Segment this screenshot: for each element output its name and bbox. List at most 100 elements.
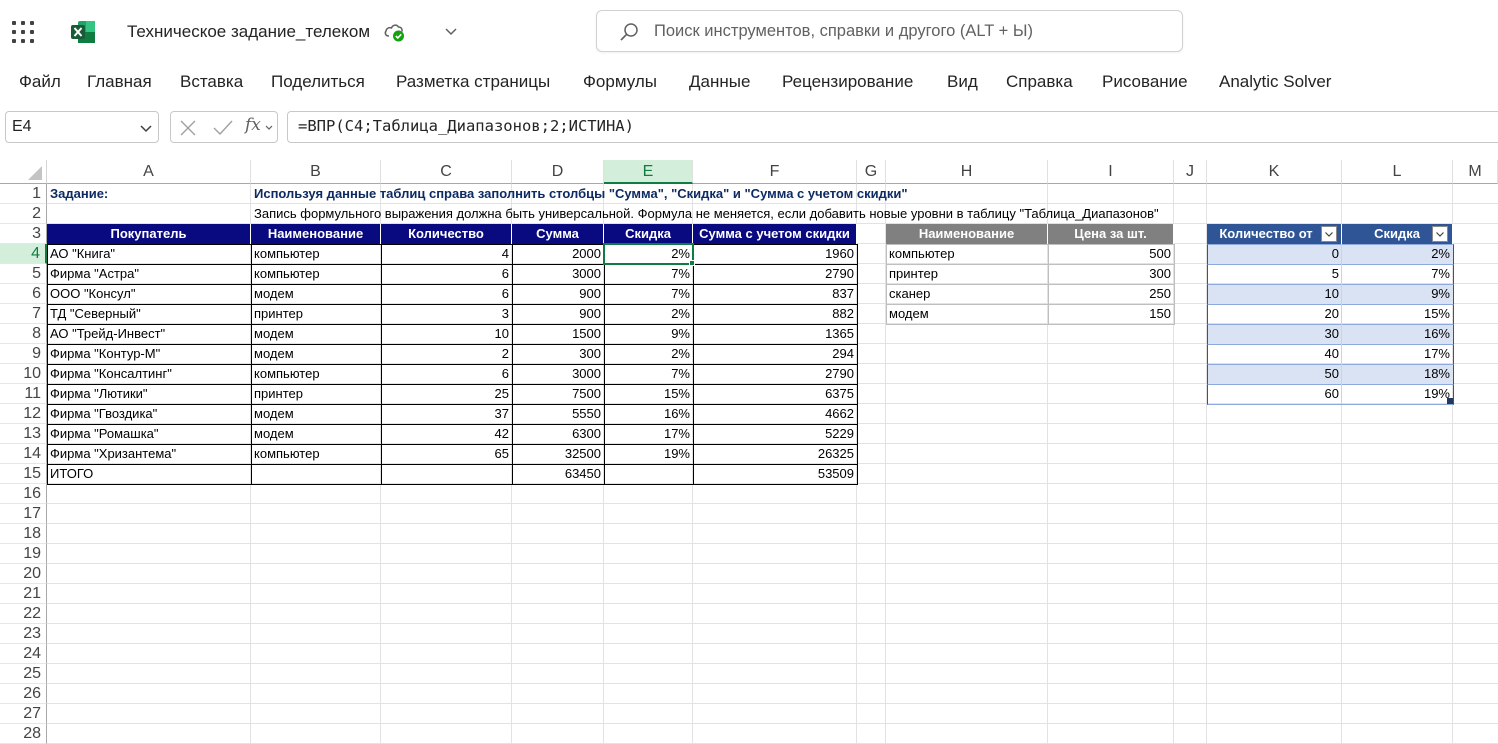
orders-cell[interactable]: 7% (604, 264, 693, 284)
row-header-13[interactable]: 13 (0, 424, 47, 444)
orders-header-cell[interactable]: Сумма с учетом скидки (693, 224, 857, 244)
orders-cell[interactable]: Фирма "Астра" (47, 264, 251, 284)
price-value-cell[interactable]: 300 (1048, 264, 1174, 284)
orders-total-cell[interactable] (604, 464, 693, 484)
ranges-from-cell[interactable]: 0 (1207, 244, 1342, 264)
tab-data[interactable]: Данные (689, 72, 750, 92)
orders-cell[interactable]: АО "Трейд-Инвест" (47, 324, 251, 344)
column-header-h[interactable]: H (886, 160, 1048, 184)
ranges-from-cell[interactable]: 30 (1207, 324, 1342, 344)
formula-input[interactable]: =ВПР(C4;Таблица_Диапазонов;2;ИСТИНА) (287, 111, 1498, 143)
row-header-23[interactable]: 23 (0, 624, 47, 644)
price-header-cell[interactable]: Наименование (886, 224, 1048, 244)
chevron-down-icon[interactable] (443, 23, 459, 39)
ranges-from-cell[interactable]: 60 (1207, 384, 1342, 404)
row-header-11[interactable]: 11 (0, 384, 47, 404)
price-value-cell[interactable]: 500 (1048, 244, 1174, 264)
row-header-19[interactable]: 19 (0, 544, 47, 564)
orders-cell[interactable]: 1960 (693, 244, 857, 264)
orders-cell[interactable]: 5550 (512, 404, 604, 424)
orders-cell[interactable]: 17% (604, 424, 693, 444)
orders-cell[interactable]: компьютер (251, 444, 381, 464)
orders-cell[interactable]: 2790 (693, 364, 857, 384)
orders-header-cell[interactable]: Сумма (512, 224, 604, 244)
row-header-6[interactable]: 6 (0, 284, 47, 304)
orders-cell[interactable]: 6 (381, 364, 512, 384)
orders-cell[interactable]: 32500 (512, 444, 604, 464)
row-header-15[interactable]: 15 (0, 464, 47, 484)
orders-cell[interactable]: Фирма "Контур-М" (47, 344, 251, 364)
row-header-20[interactable]: 20 (0, 564, 47, 584)
row-header-27[interactable]: 27 (0, 704, 47, 724)
ranges-header-cell[interactable]: Скидка (1342, 224, 1453, 244)
orders-cell[interactable]: модем (251, 344, 381, 364)
row-header-8[interactable]: 8 (0, 324, 47, 344)
orders-cell[interactable]: Фирма "Гвоздика" (47, 404, 251, 424)
cloud-saved-icon[interactable] (383, 21, 407, 43)
ranges-discount-cell[interactable]: 16% (1342, 324, 1453, 344)
price-name-cell[interactable]: модем (886, 304, 1048, 324)
orders-cell[interactable]: принтер (251, 384, 381, 404)
orders-cell[interactable]: 2 (381, 344, 512, 364)
orders-total-cell[interactable]: 63450 (512, 464, 604, 484)
tab-view[interactable]: Вид (947, 72, 978, 92)
orders-cell[interactable]: компьютер (251, 364, 381, 384)
column-header-a[interactable]: A (47, 160, 251, 184)
orders-cell[interactable]: 37 (381, 404, 512, 424)
column-header-e[interactable]: E (604, 160, 693, 184)
column-header-k[interactable]: K (1207, 160, 1342, 184)
ranges-header-cell[interactable]: Количество от (1207, 224, 1342, 244)
price-value-cell[interactable]: 150 (1048, 304, 1174, 324)
orders-cell[interactable]: 6 (381, 264, 512, 284)
orders-cell[interactable]: модем (251, 424, 381, 444)
orders-cell[interactable]: 294 (693, 344, 857, 364)
orders-cell[interactable]: компьютер (251, 264, 381, 284)
spreadsheet-grid[interactable]: ABCDEFGHIJKLM 1 2 3 4 5 6 7 8 9 10 11 12 13 14 15 16 17 1… (0, 160, 1498, 744)
ranges-from-cell[interactable]: 20 (1207, 304, 1342, 324)
ranges-discount-cell[interactable]: 2% (1342, 244, 1453, 264)
orders-cell[interactable]: 25 (381, 384, 512, 404)
orders-cell[interactable]: 2% (604, 304, 693, 324)
insert-function-icon[interactable]: fx (245, 115, 261, 135)
ranges-from-cell[interactable]: 50 (1207, 364, 1342, 384)
orders-header-cell[interactable]: Количество (381, 224, 512, 244)
orders-cell[interactable]: Фирма "Хризантема" (47, 444, 251, 464)
row-header-18[interactable]: 18 (0, 524, 47, 544)
row-header-21[interactable]: 21 (0, 584, 47, 604)
task-description[interactable]: Используя данные таблиц справа заполнить… (251, 184, 911, 204)
table-resize-handle[interactable] (1447, 398, 1453, 404)
orders-cell[interactable]: 2000 (512, 244, 604, 264)
ranges-from-cell[interactable]: 40 (1207, 344, 1342, 364)
orders-header-cell[interactable]: Скидка (604, 224, 693, 244)
ranges-from-cell[interactable]: 10 (1207, 284, 1342, 304)
column-header-j[interactable]: J (1174, 160, 1207, 184)
filter-dropdown-icon[interactable] (1321, 226, 1337, 242)
orders-cell[interactable]: 26325 (693, 444, 857, 464)
orders-cell[interactable]: 15% (604, 384, 693, 404)
orders-cell[interactable]: 1365 (693, 324, 857, 344)
price-name-cell[interactable]: компьютер (886, 244, 1048, 264)
orders-total-cell[interactable]: ИТОГО (47, 464, 251, 484)
row-header-22[interactable]: 22 (0, 604, 47, 624)
row-header-24[interactable]: 24 (0, 644, 47, 664)
orders-cell[interactable]: 10 (381, 324, 512, 344)
orders-cell[interactable]: 6375 (693, 384, 857, 404)
name-box[interactable]: E4 (5, 111, 159, 143)
row-header-17[interactable]: 17 (0, 504, 47, 524)
tab-analytic-solver[interactable]: Analytic Solver (1219, 72, 1331, 92)
orders-total-cell[interactable]: 53509 (693, 464, 857, 484)
orders-cell[interactable]: 16% (604, 404, 693, 424)
orders-cell[interactable]: АО "Книга" (47, 244, 251, 264)
price-value-cell[interactable]: 250 (1048, 284, 1174, 304)
ranges-discount-cell[interactable]: 17% (1342, 344, 1453, 364)
orders-cell[interactable]: 3000 (512, 364, 604, 384)
orders-cell[interactable]: 6 (381, 284, 512, 304)
checkmark-icon[interactable] (213, 119, 233, 137)
orders-cell[interactable]: компьютер (251, 244, 381, 264)
orders-cell[interactable]: 7500 (512, 384, 604, 404)
row-header-12[interactable]: 12 (0, 404, 47, 424)
orders-cell[interactable]: 882 (693, 304, 857, 324)
orders-cell[interactable]: 1500 (512, 324, 604, 344)
orders-cell[interactable]: 7% (604, 284, 693, 304)
price-name-cell[interactable]: сканер (886, 284, 1048, 304)
